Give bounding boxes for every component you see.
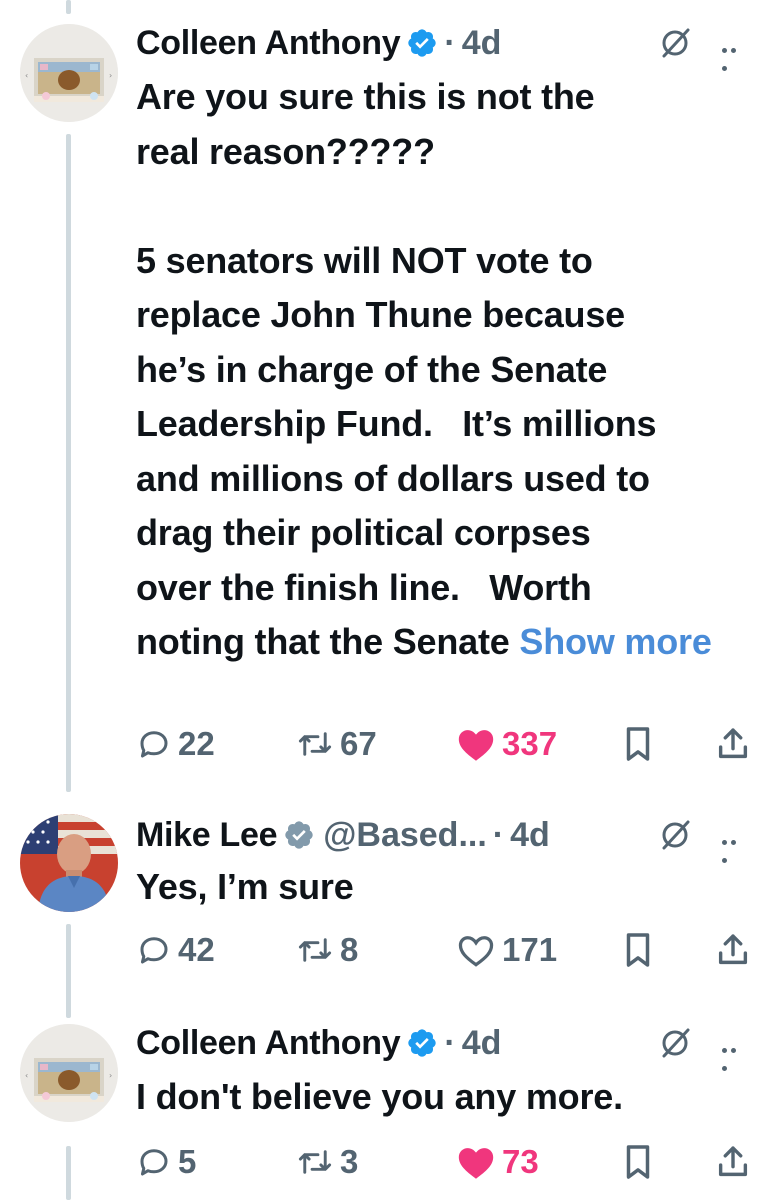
tweet-text-line: over the finish line. Worth bbox=[136, 566, 592, 608]
tweet-text-line: replace John Thune because bbox=[136, 294, 625, 335]
show-more-link[interactable]: Show more bbox=[519, 621, 711, 662]
tweet-text-line: Leadership Fund. It’s millions bbox=[136, 403, 657, 444]
tweet-2[interactable]: Mike Lee @Based... · 4d Yes, I’m sure 42… bbox=[0, 812, 768, 992]
tweet-text-line: drag their political corpses bbox=[136, 512, 591, 553]
action-bar: 22 67 337 bbox=[136, 722, 756, 766]
svg-text:›: › bbox=[109, 71, 112, 80]
like-button[interactable]: 73 bbox=[456, 1140, 539, 1184]
more-dots-icon[interactable] bbox=[722, 1040, 748, 1071]
like-count: 73 bbox=[502, 1143, 539, 1180]
heart-icon bbox=[458, 936, 494, 967]
repost-button[interactable]: 8 bbox=[296, 928, 358, 972]
speech-bubble-icon bbox=[140, 937, 168, 964]
avatar-image: ‹ › bbox=[20, 24, 118, 122]
repost-arrows-icon bbox=[298, 1150, 332, 1174]
share-upload-icon bbox=[718, 934, 748, 965]
action-bar: 42 8 171 bbox=[136, 928, 756, 972]
like-button[interactable]: 171 bbox=[456, 928, 557, 972]
grok-slash-icon[interactable] bbox=[658, 26, 692, 60]
bookmark-button[interactable] bbox=[622, 928, 654, 972]
tweet-text-line-last: noting that the Senate Show more bbox=[136, 615, 746, 670]
svg-text:‹: ‹ bbox=[25, 71, 28, 80]
tweet-text-line: 5 senators will NOT vote to bbox=[136, 239, 593, 281]
verified-badge-icon bbox=[408, 29, 437, 57]
share-upload-icon bbox=[718, 1146, 748, 1177]
avatar-colleen-anthony[interactable]: ‹ › bbox=[20, 24, 118, 122]
more-dots-icon[interactable] bbox=[722, 832, 748, 863]
reply-button[interactable]: 22 bbox=[136, 722, 215, 766]
separator-dot: · bbox=[444, 1023, 456, 1062]
bookmark-icon bbox=[626, 727, 650, 761]
share-button[interactable] bbox=[716, 722, 750, 766]
avatar-colleen-anthony[interactable]: ‹ › bbox=[20, 1024, 118, 1122]
author-name[interactable]: Colleen Anthony bbox=[136, 24, 401, 63]
avatar-image bbox=[20, 814, 118, 912]
timestamp[interactable]: 4d bbox=[462, 1024, 502, 1063]
reply-count: 5 bbox=[178, 1143, 197, 1180]
svg-text:‹: ‹ bbox=[25, 1071, 28, 1080]
svg-text:›: › bbox=[109, 1071, 112, 1080]
share-upload-icon bbox=[718, 728, 748, 759]
tweet-text-line: and millions of dollars used to bbox=[136, 457, 650, 499]
heart-icon bbox=[458, 730, 494, 761]
verified-badge-icon bbox=[285, 821, 313, 849]
grok-slash-icon[interactable] bbox=[658, 818, 692, 852]
repost-arrows-icon bbox=[298, 732, 332, 756]
verified-badge-icon bbox=[408, 1029, 437, 1057]
timestamp[interactable]: 4d bbox=[462, 24, 502, 63]
avatar-image: ‹ › bbox=[20, 1024, 118, 1122]
repost-count: 3 bbox=[340, 1143, 359, 1180]
tweet-text-line: I don't believe you any more. bbox=[136, 1076, 623, 1117]
reply-button[interactable]: 42 bbox=[136, 928, 215, 972]
tweet-text-line: real reason????? bbox=[136, 130, 435, 172]
repost-count: 8 bbox=[340, 931, 359, 968]
share-button[interactable] bbox=[716, 1140, 750, 1184]
separator-dot: · bbox=[492, 815, 505, 854]
thread-line-top bbox=[66, 0, 71, 14]
tweet-text: I don't believe you any more. bbox=[136, 1070, 746, 1125]
tweet-text-line bbox=[136, 179, 746, 234]
bookmark-icon bbox=[626, 933, 650, 967]
speech-bubble-icon bbox=[140, 1149, 168, 1176]
bookmark-button[interactable] bbox=[622, 722, 654, 766]
heart-icon bbox=[458, 1148, 494, 1179]
tweet-3[interactable]: ‹ › Colleen Anthony · 4d I don't believe… bbox=[0, 1020, 768, 1200]
tweet-text-line: Are you sure this is not the bbox=[136, 76, 595, 117]
reply-count: 22 bbox=[178, 725, 215, 762]
timestamp[interactable]: 4d bbox=[510, 816, 550, 855]
author-handle[interactable]: @Based... bbox=[323, 816, 487, 855]
like-count: 171 bbox=[502, 931, 558, 968]
repost-count: 67 bbox=[340, 725, 377, 762]
reply-button[interactable]: 5 bbox=[136, 1140, 196, 1184]
tweet-text-line: noting that the Senate bbox=[136, 621, 510, 662]
repost-button[interactable]: 3 bbox=[296, 1140, 358, 1184]
grok-slash-icon[interactable] bbox=[658, 1026, 692, 1060]
tweet-text-line: Yes, I’m sure bbox=[136, 866, 354, 907]
author-name[interactable]: Mike Lee bbox=[136, 816, 278, 855]
tweet-text: Are you sure this is not the real reason… bbox=[136, 70, 746, 670]
author-name[interactable]: Colleen Anthony bbox=[136, 1024, 401, 1063]
speech-bubble-icon bbox=[140, 731, 168, 758]
bookmark-icon bbox=[626, 1145, 650, 1179]
like-button[interactable]: 337 bbox=[456, 722, 557, 766]
separator-dot: · bbox=[444, 23, 456, 62]
reply-count: 42 bbox=[178, 931, 215, 968]
avatar-mike-lee[interactable] bbox=[20, 814, 118, 912]
tweet-text-line: he’s in charge of the Senate bbox=[136, 348, 608, 390]
repost-button[interactable]: 67 bbox=[296, 722, 377, 766]
repost-arrows-icon bbox=[298, 938, 332, 962]
bookmark-button[interactable] bbox=[622, 1140, 654, 1184]
tweet-text: Yes, I’m sure bbox=[136, 860, 746, 915]
tweet-1[interactable]: ‹ › Colleen Anthony · 4d Are you sure th… bbox=[0, 20, 768, 780]
share-button[interactable] bbox=[716, 928, 750, 972]
like-count: 337 bbox=[502, 725, 558, 762]
more-dots-icon[interactable] bbox=[722, 40, 748, 71]
action-bar: 5 3 73 bbox=[136, 1140, 756, 1184]
